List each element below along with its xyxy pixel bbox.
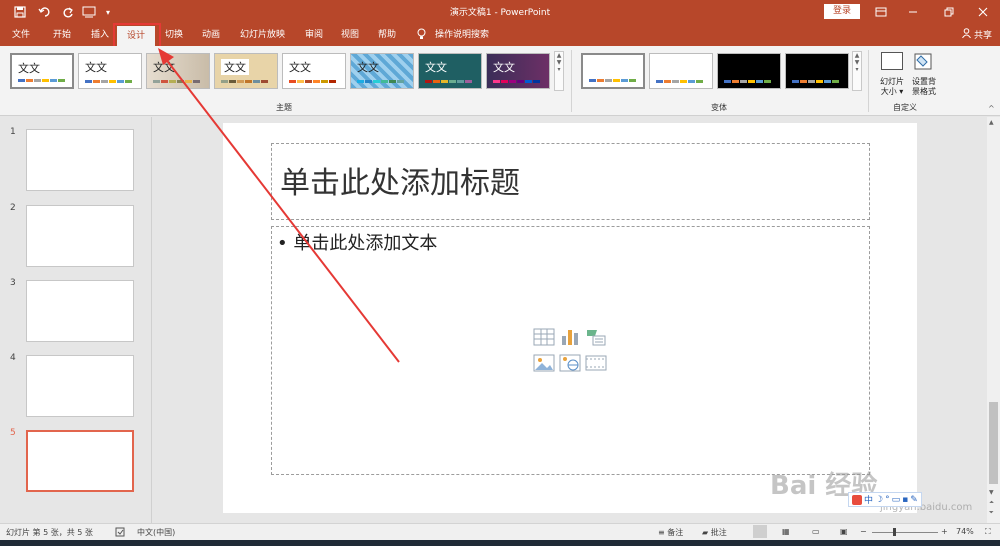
ime-moon-icon: ☽ — [875, 494, 884, 505]
slideshow-view-icon[interactable]: ▣ — [840, 527, 848, 536]
comment-icon: ▰ — [702, 528, 709, 537]
notes-label: 备注 — [667, 528, 684, 537]
scroll-down-icon[interactable]: ▼ — [989, 489, 994, 496]
zoom-in-button[interactable]: + — [941, 527, 948, 536]
ime-chinese-icon: 中 — [864, 496, 874, 506]
slide-sorter-icon[interactable]: ▦ — [782, 527, 790, 536]
ime-logo-icon — [852, 494, 862, 505]
spellcheck-icon[interactable] — [115, 527, 125, 539]
notes-icon: ≡ — [658, 528, 665, 537]
scroll-up-icon[interactable]: ▲ — [989, 119, 994, 126]
slide-count-status: 幻灯片 第 5 张，共 5 张 — [6, 528, 93, 537]
scrollbar-thumb[interactable] — [989, 402, 998, 484]
ime-toolbar[interactable]: 中 ☽ ° ▭ ▪ ✎ — [848, 492, 922, 507]
comments-label: 批注 — [710, 528, 727, 537]
ime-wrench-icon: ✎ — [910, 494, 918, 505]
slide-editor: 单击此处添加标题 • 单击此处添加文本 — [153, 48, 987, 523]
ime-keyboard-icon: ▭ — [891, 494, 901, 505]
normal-view-icon[interactable] — [753, 525, 767, 538]
os-taskbar — [0, 540, 1000, 546]
zoom-out-button[interactable]: − — [860, 527, 867, 536]
fit-slide-icon[interactable]: ⛶ — [985, 527, 991, 537]
vertical-scrollbar[interactable]: ▲ ▼ ⏶ ⏷ — [987, 117, 1000, 523]
comments-button[interactable]: ▰ 批注 — [702, 527, 727, 538]
notes-button[interactable]: ≡ 备注 — [658, 527, 683, 538]
zoom-slider[interactable] — [872, 532, 938, 533]
ime-skin-icon: ▪ — [902, 494, 909, 505]
next-slide-icon[interactable]: ⏷ — [989, 509, 994, 517]
zoom-slider-thumb[interactable] — [893, 528, 896, 536]
ime-punct-icon: ° — [885, 494, 890, 505]
language-status[interactable]: 中文(中国) — [137, 527, 175, 538]
reading-view-icon[interactable]: ▭ — [812, 527, 820, 536]
status-bar: 幻灯片 第 5 张，共 5 张 中文(中国) ≡ 备注 ▰ 批注 ▦ ▭ ▣ −… — [0, 523, 1000, 540]
previous-slide-icon[interactable]: ⏶ — [989, 499, 994, 507]
zoom-level[interactable]: 74% — [956, 527, 974, 536]
